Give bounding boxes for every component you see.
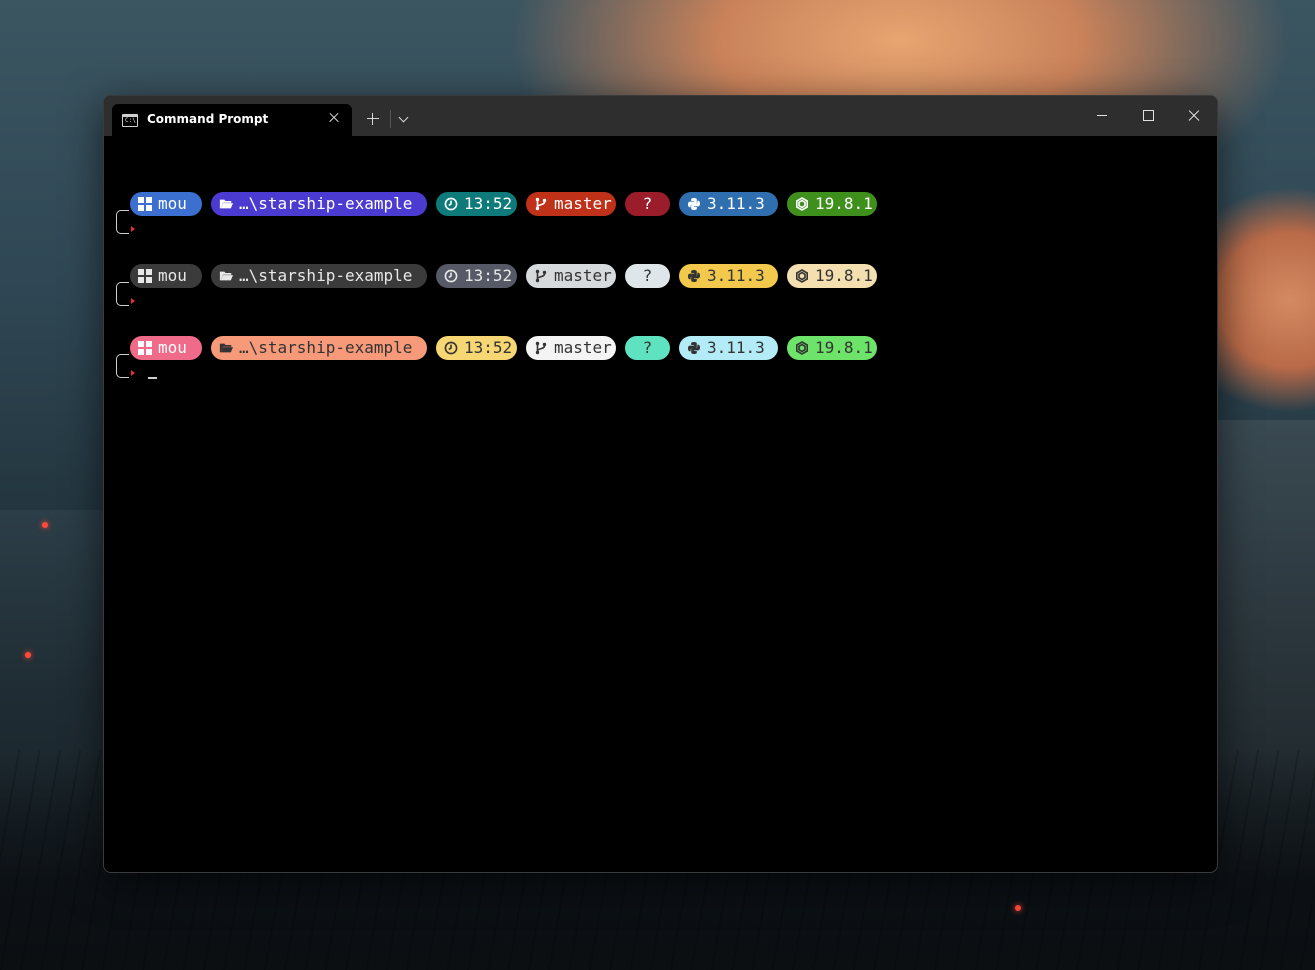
clock-icon: [444, 197, 458, 211]
prompt-connector: [116, 282, 129, 306]
prompt-segment-time: 13:52: [436, 264, 517, 288]
prompt-segment-nodejs: 19.8.1: [787, 192, 877, 216]
prompt-segment-python: 3.11.3: [679, 336, 778, 360]
prompt-segment-git-branch: master: [526, 264, 616, 288]
git-branch-icon: [535, 269, 547, 283]
prompt-segment-text: 19.8.1: [815, 338, 873, 357]
prompt-segment-text: ?: [642, 338, 653, 357]
prompt-segment-user: mou: [130, 264, 202, 288]
windows-icon: [138, 197, 152, 211]
cmd-icon-text: C:\.: [125, 117, 140, 124]
prompt-segment-git-status: ?: [625, 192, 670, 216]
close-window-button[interactable]: [1171, 96, 1217, 136]
cmd-icon: C:\.: [122, 114, 140, 127]
prompt-segment-text: mou: [158, 338, 187, 357]
folder-open-icon: [219, 199, 233, 209]
prompt-arrow-icon: [131, 226, 135, 232]
prompt-line: mou …\starship-example 13:52 master? 3.11.3 1…: [116, 192, 1016, 252]
prompt-segment-text: master: [554, 338, 612, 357]
prompt-segment-nodejs: 19.8.1: [787, 264, 877, 288]
python-icon: [688, 342, 700, 354]
nodejs-icon: [796, 197, 808, 211]
nodejs-icon: [796, 269, 808, 283]
folder-open-icon: [219, 343, 233, 353]
clock-icon: [444, 269, 458, 283]
terminal-content[interactable]: mou …\starship-example 13:52 master? 3.11.3 1…: [104, 136, 1217, 872]
prompt-segment-git-status: ?: [625, 336, 670, 360]
minimize-button[interactable]: [1079, 96, 1125, 136]
prompt-line: mou …\starship-example 13:52 master? 3.11.3 1…: [116, 264, 1016, 324]
chevron-down-icon[interactable]: [394, 108, 414, 130]
prompt-segment-text: 19.8.1: [815, 266, 873, 285]
prompt-segment-directory: …\starship-example: [211, 336, 427, 360]
prompt-segment-text: ?: [642, 266, 653, 285]
prompt-segment-text: master: [554, 194, 612, 213]
close-tab-icon[interactable]: [324, 108, 344, 128]
prompt-segment-directory: …\starship-example: [211, 264, 427, 288]
python-icon: [688, 270, 700, 282]
prompt-segment-text: …\starship-example: [239, 194, 413, 213]
text-cursor: [148, 377, 157, 379]
git-branch-icon: [535, 341, 547, 355]
prompt-segment-text: 13:52: [464, 194, 513, 213]
python-icon: [688, 198, 700, 210]
background-beacon-light: [42, 522, 48, 528]
git-branch-icon: [535, 197, 547, 211]
prompt-segment-git-status: ?: [625, 264, 670, 288]
prompt-segment-user: mou: [130, 192, 202, 216]
prompt-segment-time: 13:52: [436, 192, 517, 216]
windows-icon: [138, 269, 152, 283]
prompt-segment-text: 3.11.3: [707, 194, 765, 213]
prompt-arrow-icon: [131, 298, 135, 304]
new-tab-button[interactable]: [362, 108, 384, 130]
prompt-segment-time: 13:52: [436, 336, 517, 360]
prompt-connector: [116, 210, 129, 234]
prompt-segment-directory: …\starship-example: [211, 192, 427, 216]
prompt-segment-text: mou: [158, 266, 187, 285]
prompt-segment-text: …\starship-example: [239, 338, 413, 357]
title-bar[interactable]: C:\. Command Prompt: [104, 96, 1217, 136]
prompt-segment-text: …\starship-example: [239, 266, 413, 285]
terminal-window: C:\. Command Prompt mou …\starship-exampl…: [103, 95, 1218, 873]
folder-open-icon: [219, 271, 233, 281]
tab-title: Command Prompt: [147, 112, 269, 126]
prompt-arrow-icon: [131, 370, 135, 376]
tab-separator: [390, 110, 391, 128]
tab-command-prompt[interactable]: C:\. Command Prompt: [112, 104, 352, 136]
prompt-segment-user: mou: [130, 336, 202, 360]
prompt-connector: [116, 354, 129, 378]
prompt-segment-text: 19.8.1: [815, 194, 873, 213]
background-beacon-light: [25, 652, 31, 658]
prompt-segment-text: 3.11.3: [707, 266, 765, 285]
prompt-segment-text: master: [554, 266, 612, 285]
prompt-segment-text: ?: [642, 194, 653, 213]
prompt-segment-text: 13:52: [464, 338, 513, 357]
prompt-segment-python: 3.11.3: [679, 264, 778, 288]
windows-icon: [138, 341, 152, 355]
prompt-segment-text: 13:52: [464, 266, 513, 285]
nodejs-icon: [796, 341, 808, 355]
prompt-line: mou …\starship-example 13:52 master? 3.11.3 1…: [116, 336, 1016, 396]
prompt-segment-text: 3.11.3: [707, 338, 765, 357]
background-beacon-light: [1015, 905, 1021, 911]
prompt-segment-git-branch: master: [526, 336, 616, 360]
clock-icon: [444, 341, 458, 355]
prompt-segment-git-branch: master: [526, 192, 616, 216]
prompt-segment-text: mou: [158, 194, 187, 213]
maximize-button[interactable]: [1125, 96, 1171, 136]
prompt-segment-nodejs: 19.8.1: [787, 336, 877, 360]
prompt-segment-python: 3.11.3: [679, 192, 778, 216]
